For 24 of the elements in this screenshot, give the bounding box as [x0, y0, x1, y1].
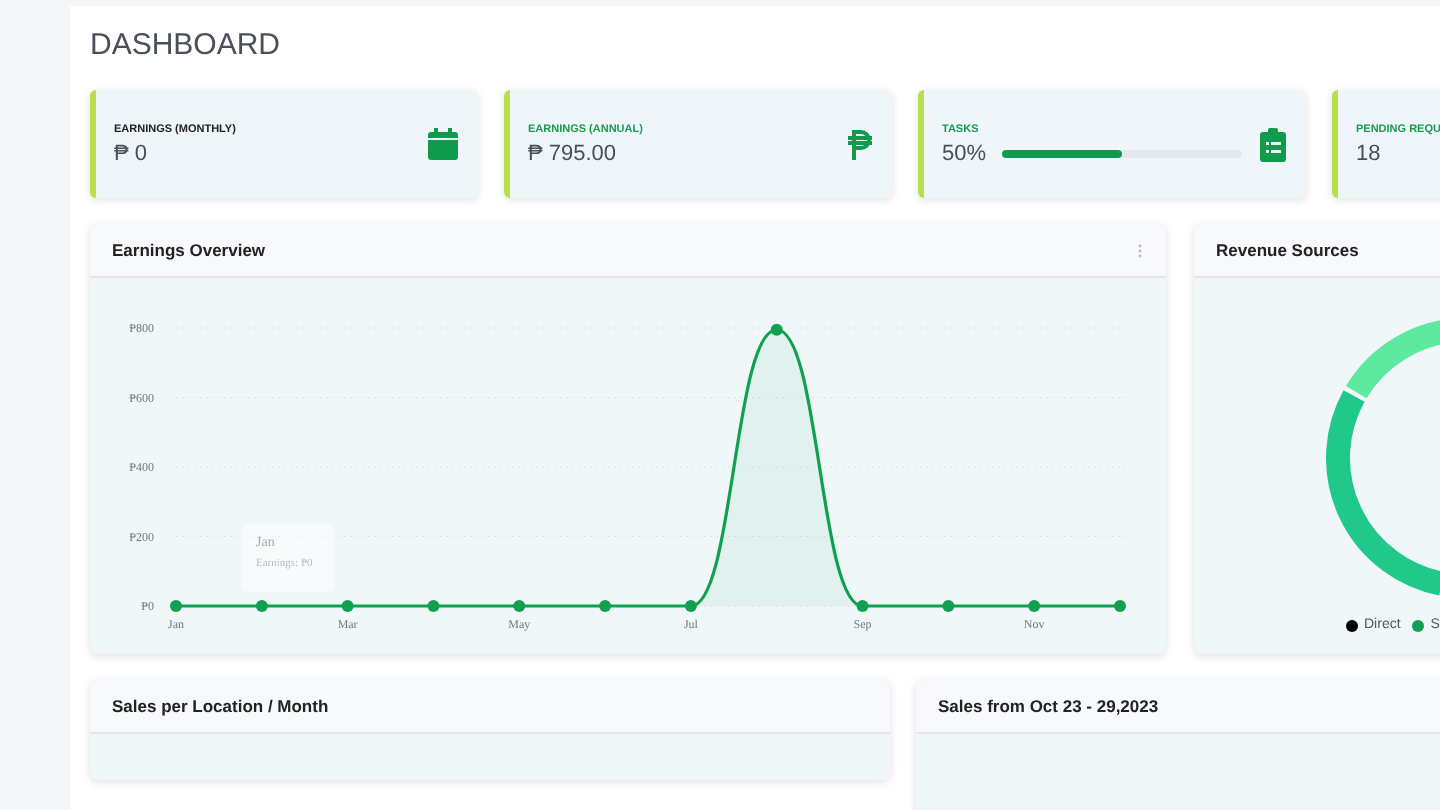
- data-point: [427, 600, 440, 612]
- page-title: DASHBOARD: [90, 26, 283, 66]
- stat-value: ₱ 0: [114, 141, 150, 165]
- stat-value: ₱ 795.00: [528, 141, 619, 165]
- data-point: [856, 600, 869, 612]
- card-title: Sales from Oct 23 - 29,2023: [938, 696, 1159, 716]
- data-point: [1028, 600, 1041, 612]
- peso-icon: [848, 129, 872, 159]
- data-point: [255, 600, 268, 612]
- stat-value: 18: [1356, 141, 1383, 165]
- data-point: [513, 600, 526, 612]
- card-title: Revenue Sources: [1216, 240, 1359, 260]
- data-point: [770, 323, 783, 336]
- data-point: [341, 600, 354, 612]
- calendar-icon: [428, 128, 458, 160]
- data-point: [599, 600, 612, 612]
- data-point: [1114, 600, 1126, 612]
- data-point: [942, 600, 955, 612]
- data-point: [684, 600, 697, 612]
- clipboard-icon: [1260, 127, 1286, 161]
- card-title: Earnings Overview: [112, 240, 266, 260]
- data-point: [170, 600, 182, 612]
- stat-value: 50%: [942, 141, 987, 165]
- card-title: Sales per Location / Month: [112, 696, 329, 716]
